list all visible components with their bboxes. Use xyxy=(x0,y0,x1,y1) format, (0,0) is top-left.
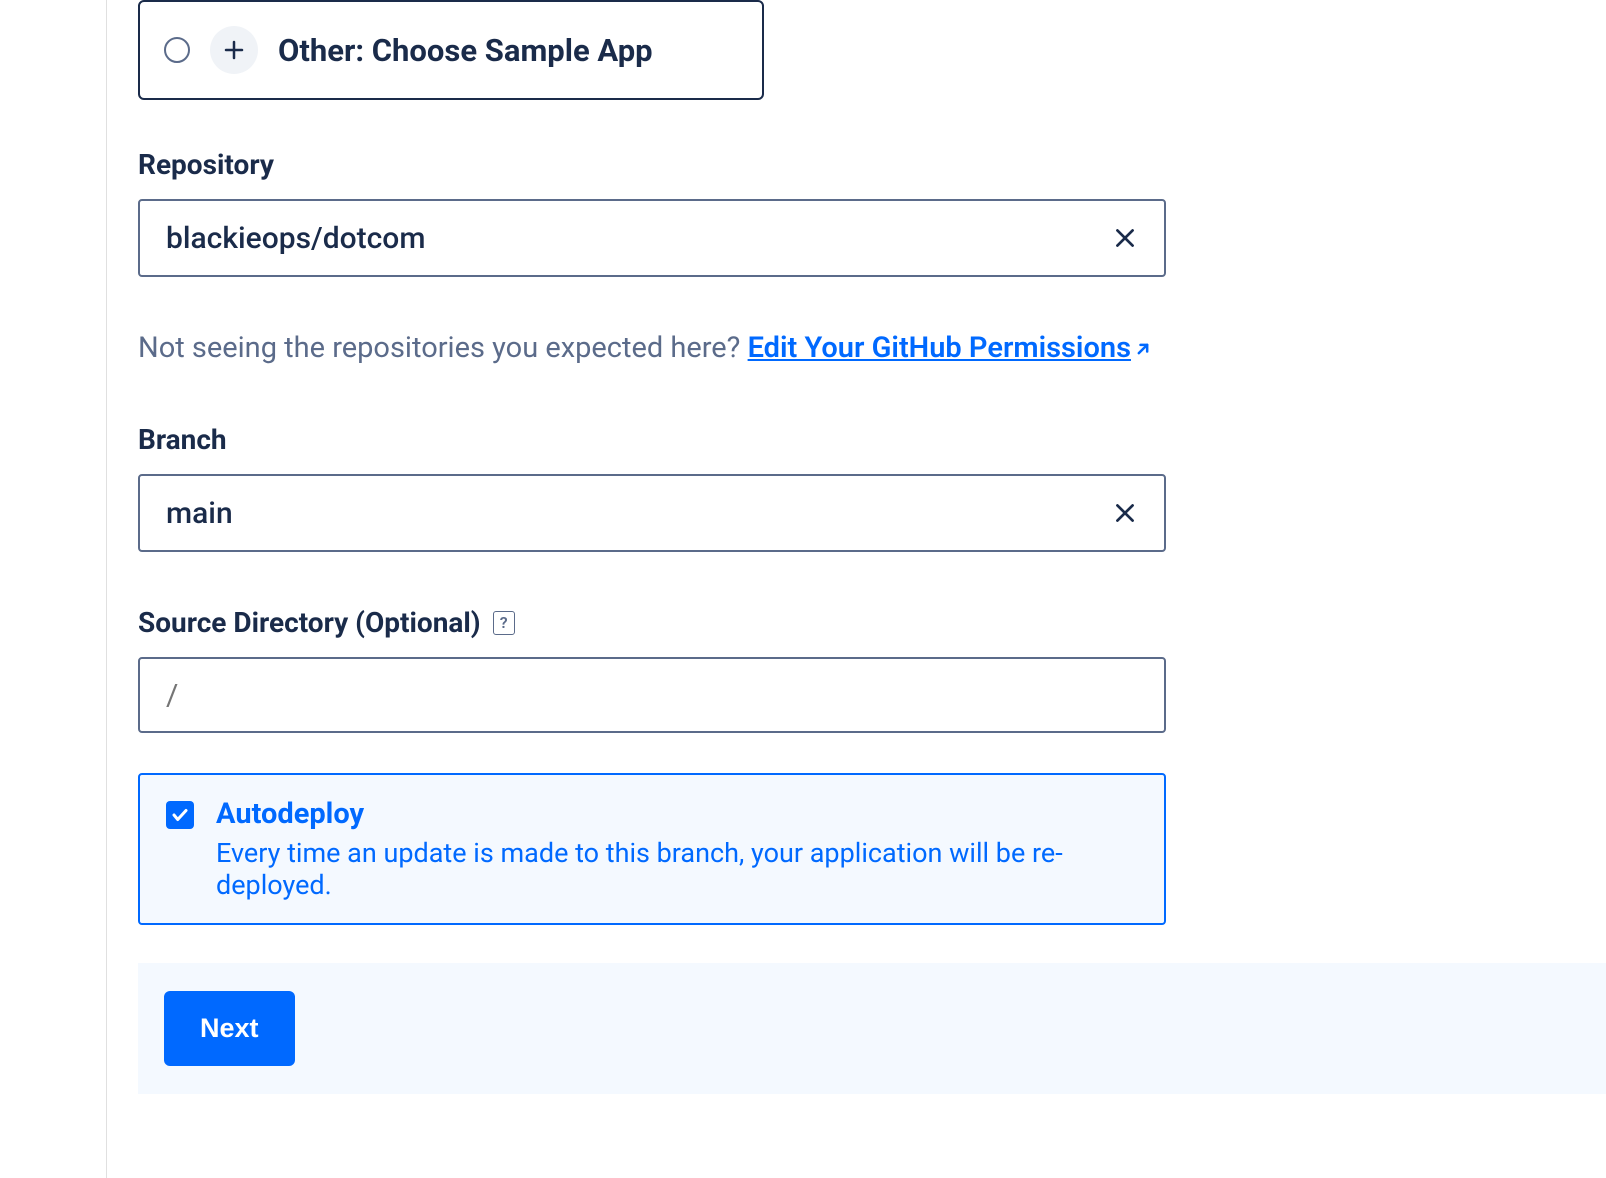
autodeploy-description: Every time an update is made to this bra… xyxy=(216,837,1138,901)
permissions-help-prefix: Not seeing the repositories you expected… xyxy=(138,331,748,365)
plus-icon xyxy=(210,26,258,74)
edit-github-permissions-link[interactable]: Edit Your GitHub Permissions xyxy=(748,331,1153,365)
external-link-icon xyxy=(1133,339,1153,359)
repository-label: Repository xyxy=(138,148,1606,181)
sidebar-divider xyxy=(106,0,107,1178)
next-button[interactable]: Next xyxy=(164,991,295,1066)
radio-icon[interactable] xyxy=(164,37,190,63)
source-directory-input[interactable] xyxy=(138,657,1166,733)
footer-bar: Next xyxy=(138,963,1606,1094)
autodeploy-checkbox[interactable] xyxy=(166,801,194,829)
source-directory-label: Source Directory (Optional) xyxy=(138,606,481,639)
branch-value: main xyxy=(166,496,233,531)
option-label: Other: Choose Sample App xyxy=(278,32,653,69)
autodeploy-option[interactable]: Autodeploy Every time an update is made … xyxy=(138,773,1166,925)
help-icon[interactable]: ? xyxy=(493,611,515,635)
repository-value: blackieops/dotcom xyxy=(166,221,425,256)
clear-branch-icon[interactable] xyxy=(1112,500,1138,526)
repository-select[interactable]: blackieops/dotcom xyxy=(138,199,1166,277)
branch-select[interactable]: main xyxy=(138,474,1166,552)
branch-label: Branch xyxy=(138,423,1606,456)
autodeploy-title: Autodeploy xyxy=(216,797,1138,831)
permissions-help-text: Not seeing the repositories you expected… xyxy=(138,331,1606,365)
option-other-sample-app[interactable]: Other: Choose Sample App xyxy=(138,0,764,100)
permissions-link-text: Edit Your GitHub Permissions xyxy=(748,331,1131,365)
clear-repository-icon[interactable] xyxy=(1112,225,1138,251)
